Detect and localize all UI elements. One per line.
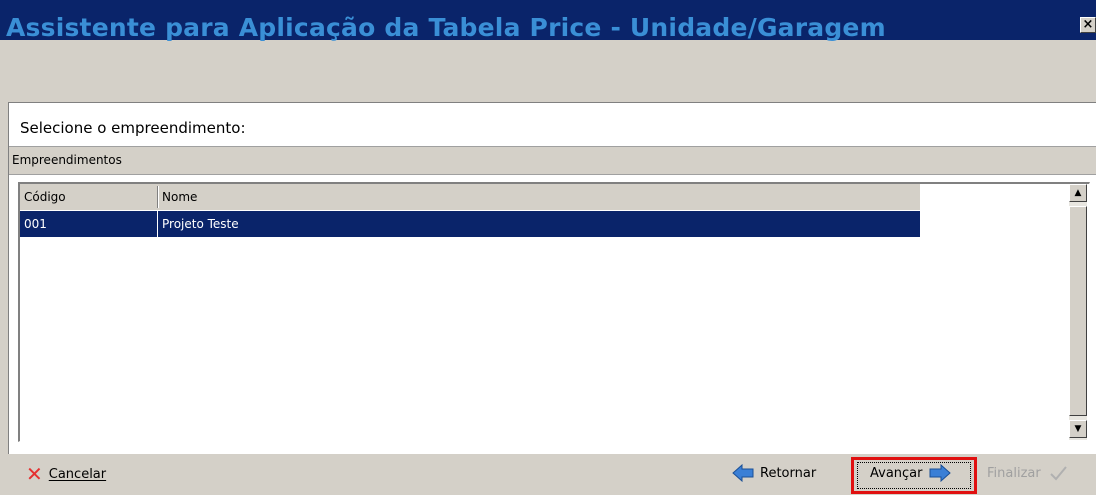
cancel-label: Cancelar xyxy=(48,466,107,482)
cancel-button[interactable]: ✕ Cancelar xyxy=(26,464,106,484)
selection-prompt: Selecione o empreendimento: xyxy=(20,119,246,137)
next-button[interactable]: Avançar xyxy=(870,464,951,482)
cell-nome: Projeto Teste xyxy=(162,217,239,231)
next-label: Avançar xyxy=(870,465,923,481)
cell-codigo: 001 xyxy=(24,217,47,231)
triangle-up-icon: ▲ xyxy=(1074,188,1082,198)
close-button[interactable]: × xyxy=(1080,17,1096,33)
triangle-down-icon: ▼ xyxy=(1074,424,1082,434)
finish-button[interactable]: Finalizar xyxy=(987,464,1069,482)
back-label: Retornar xyxy=(760,465,817,481)
scroll-up-button[interactable]: ▲ xyxy=(1069,184,1087,202)
vertical-scrollbar[interactable]: ▲ ▼ xyxy=(1069,184,1087,440)
column-header-nome[interactable]: Nome xyxy=(158,184,920,210)
scroll-thumb[interactable] xyxy=(1069,206,1087,416)
x-icon: ✕ xyxy=(26,462,43,486)
arrow-right-icon xyxy=(929,464,951,482)
table-row[interactable]: 001 Projeto Teste xyxy=(20,211,920,237)
group-label: Empreendimentos xyxy=(12,153,122,167)
check-icon xyxy=(1050,466,1067,481)
page-title: Assistente para Aplicação da Tabela Pric… xyxy=(6,13,886,42)
wizard-header xyxy=(0,40,1096,102)
arrow-left-icon xyxy=(732,464,754,482)
scroll-down-button[interactable]: ▼ xyxy=(1069,420,1087,438)
close-icon: × xyxy=(1082,17,1094,32)
back-button[interactable]: Retornar xyxy=(732,464,816,482)
grid-header-row: Código Nome xyxy=(20,184,920,210)
finish-label: Finalizar xyxy=(987,465,1041,481)
column-header-codigo[interactable]: Código xyxy=(20,184,157,210)
group-header xyxy=(9,146,1096,175)
